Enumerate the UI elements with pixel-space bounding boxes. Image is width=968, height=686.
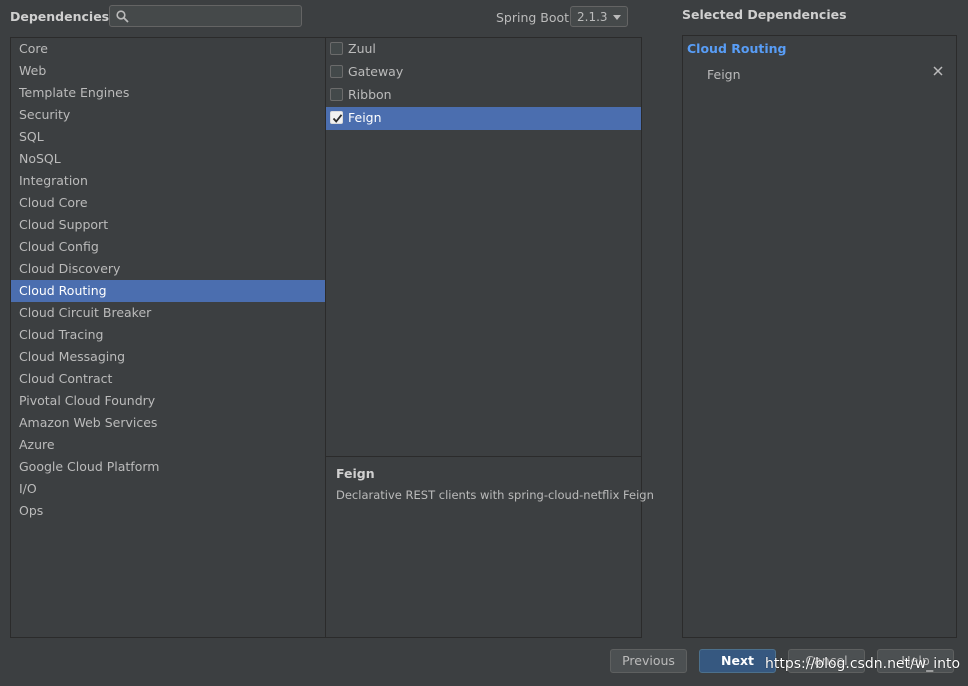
category-item[interactable]: Cloud Contract [11, 368, 325, 390]
category-item[interactable]: Web [11, 60, 325, 82]
category-item[interactable]: Security [11, 104, 325, 126]
search-icon [116, 10, 129, 23]
category-list[interactable]: Core Web Template Engines Security SQL NoSQL I… [10, 37, 326, 638]
spring-boot-label: Spring Boot [496, 10, 570, 25]
selected-group-heading: Cloud Routing [687, 41, 787, 56]
category-item[interactable]: SQL [11, 126, 325, 148]
category-item[interactable]: Cloud Routing [11, 280, 325, 302]
category-item[interactable]: Azure [11, 434, 325, 456]
checkbox[interactable] [330, 42, 343, 55]
category-item[interactable]: Cloud Discovery [11, 258, 325, 280]
spring-boot-version-select[interactable]: 2.1.3 [570, 6, 628, 27]
description-title: Feign [336, 466, 375, 481]
description-panel: Feign Declarative REST clients with spri… [325, 456, 654, 638]
dependency-item[interactable]: Feign [326, 107, 641, 130]
close-icon[interactable] [931, 64, 945, 78]
category-item[interactable]: Cloud Messaging [11, 346, 325, 368]
dependency-label: Zuul [348, 41, 376, 56]
checkbox-checked[interactable] [330, 111, 343, 124]
category-item[interactable]: Cloud Support [11, 214, 325, 236]
checkbox[interactable] [330, 65, 343, 78]
category-item[interactable]: Google Cloud Platform [11, 456, 325, 478]
dependency-label: Feign [348, 110, 382, 125]
dependency-item[interactable]: Gateway [326, 61, 641, 84]
search-input[interactable] [134, 8, 298, 26]
search-box[interactable] [109, 5, 302, 27]
category-item[interactable]: NoSQL [11, 148, 325, 170]
dependency-label: Gateway [348, 64, 404, 79]
category-item[interactable]: Template Engines [11, 82, 325, 104]
previous-button[interactable]: Previous [610, 649, 687, 673]
dependency-item[interactable]: Zuul [326, 38, 641, 61]
selected-dependency-item: Feign [707, 67, 741, 82]
checkmark-icon [332, 114, 343, 123]
category-item[interactable]: Cloud Core [11, 192, 325, 214]
category-item[interactable]: Integration [11, 170, 325, 192]
category-item[interactable]: Cloud Config [11, 236, 325, 258]
watermark-text: https://blog.csdn.net/w_into [765, 656, 961, 672]
category-item[interactable]: Amazon Web Services [11, 412, 325, 434]
category-item[interactable]: Cloud Tracing [11, 324, 325, 346]
checkbox[interactable] [330, 88, 343, 101]
category-item[interactable]: Core [11, 38, 325, 60]
selected-dependencies-title: Selected Dependencies [682, 7, 847, 22]
dependencies-title: Dependencies [10, 9, 110, 24]
dependency-item[interactable]: Ribbon [326, 84, 641, 107]
category-item[interactable]: I/O [11, 478, 325, 500]
category-item[interactable]: Pivotal Cloud Foundry [11, 390, 325, 412]
spring-boot-version-value: 2.1.3 [577, 10, 608, 24]
dependency-label: Ribbon [348, 87, 392, 102]
category-item[interactable]: Cloud Circuit Breaker [11, 302, 325, 324]
selected-dependencies-panel: Cloud Routing Feign [682, 35, 957, 638]
description-text: Declarative REST clients with spring-clo… [336, 488, 654, 502]
chevron-down-icon [613, 15, 621, 20]
dependency-list[interactable]: Zuul Gateway Ribbon Feign [325, 37, 642, 457]
category-item[interactable]: Ops [11, 500, 325, 522]
